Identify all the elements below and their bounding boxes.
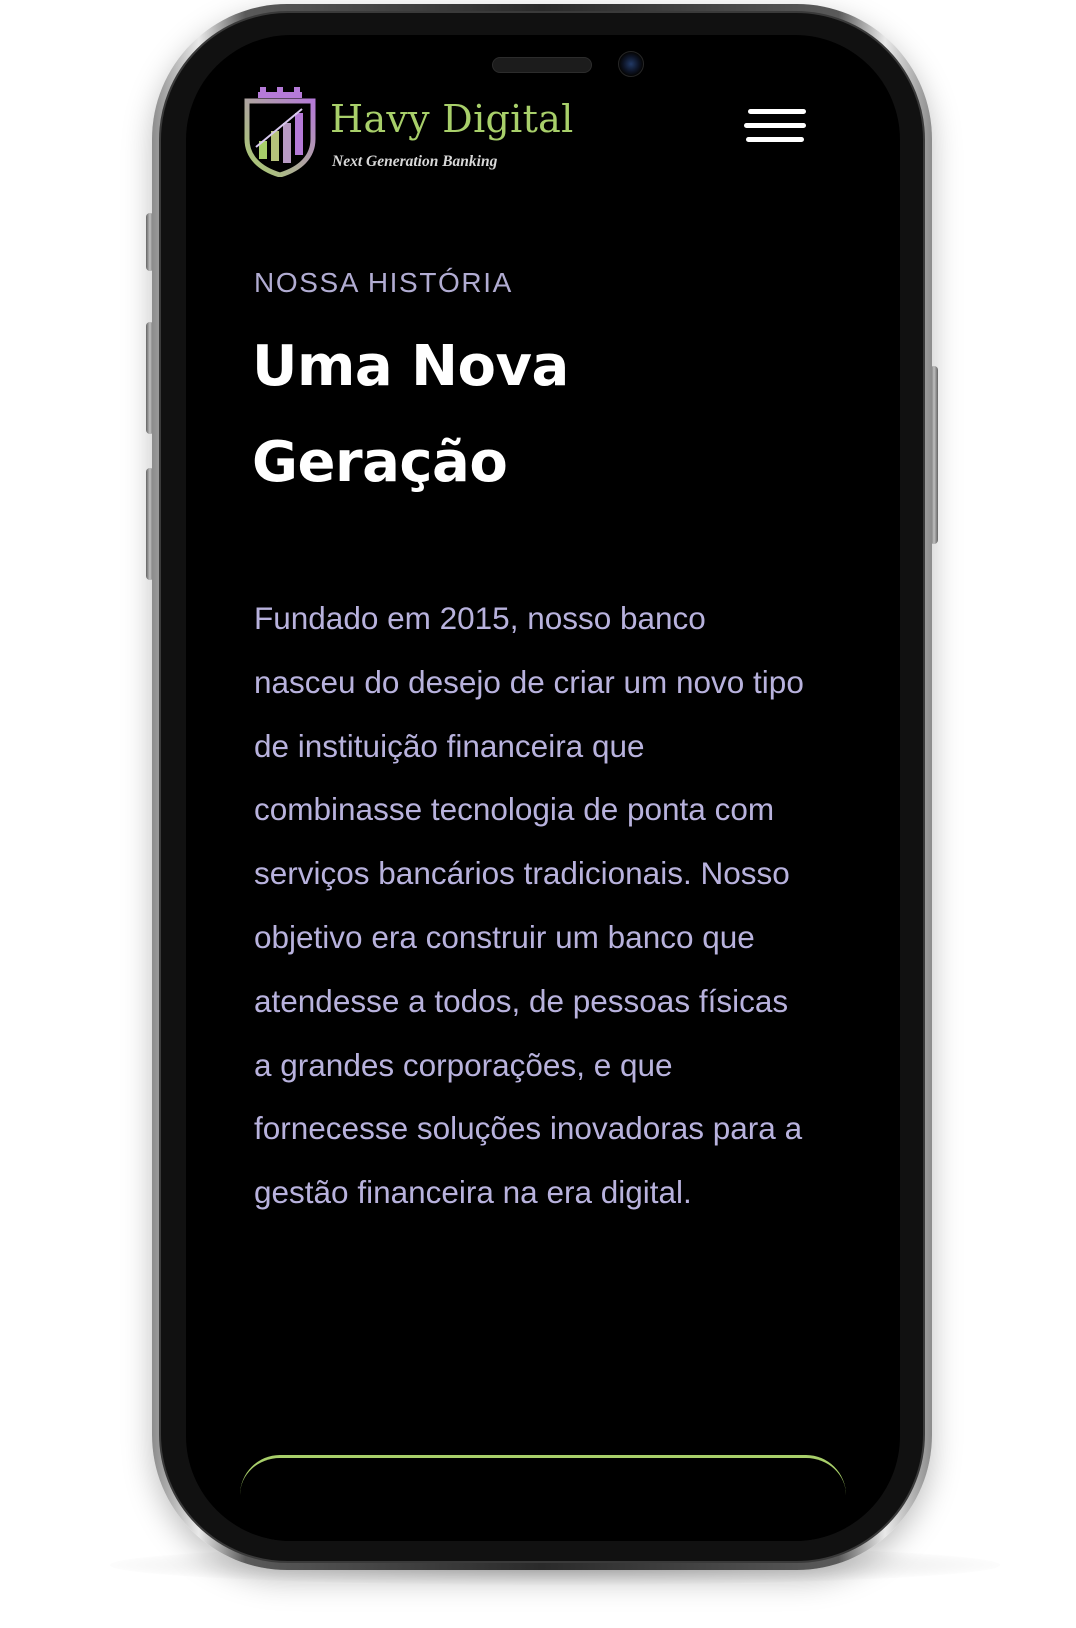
menu-bar-bottom [746,137,804,142]
device-mockup: Havy Digital Next Generation Banking NOS… [0,0,1076,1628]
menu-button[interactable] [742,105,806,149]
brand-logo[interactable]: Havy Digital Next Generation Banking [242,85,602,177]
section-body: Fundado em 2015, nosso banco nasceu do d… [254,600,804,1211]
earpiece-speaker [492,57,592,73]
brand-tagline: Next Generation Banking [332,153,498,170]
menu-bar-middle [744,123,806,128]
menu-bar-top [748,109,806,114]
next-card [240,1455,846,1541]
section-eyebrow: NOSSA HISTÓRIA [254,267,513,298]
section-title: Uma Nova Geração [252,334,569,495]
phone-screen: Havy Digital Next Generation Banking NOS… [186,35,900,1541]
bank-shield-bar-chart-icon [244,87,316,177]
brand-name: Havy Digital [330,97,574,141]
front-camera [618,51,644,77]
